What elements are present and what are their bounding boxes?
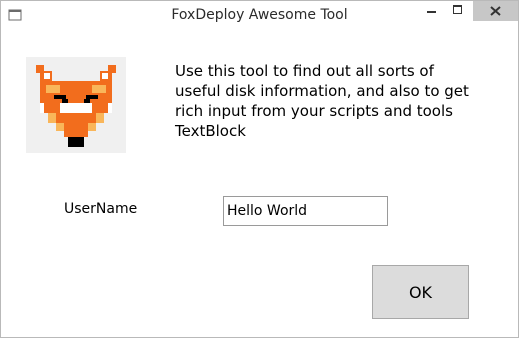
username-label: UserName: [64, 201, 138, 217]
description-line: TextBlock: [175, 122, 246, 140]
maximize-button[interactable]: [445, 1, 471, 21]
fox-logo: [26, 57, 126, 153]
close-icon: [490, 6, 501, 16]
fox-icon: [36, 65, 116, 147]
username-input[interactable]: [223, 196, 388, 226]
minimize-button[interactable]: [419, 1, 445, 21]
ok-button[interactable]: OK: [372, 265, 469, 319]
minimize-icon: [427, 11, 436, 13]
description-line: useful disk information, and also to get: [175, 82, 469, 100]
close-button[interactable]: [473, 1, 518, 21]
title-bar[interactable]: FoxDeploy Awesome Tool: [1, 1, 518, 29]
description-line: rich input from your scripts and tools: [175, 102, 453, 120]
description-text: Use this tool to find out all sorts of u…: [175, 61, 475, 141]
maximize-icon: [453, 5, 462, 14]
app-window: FoxDeploy Awesome Tool Use this tool to …: [0, 0, 519, 338]
description-line: Use this tool to find out all sorts of: [175, 62, 434, 80]
